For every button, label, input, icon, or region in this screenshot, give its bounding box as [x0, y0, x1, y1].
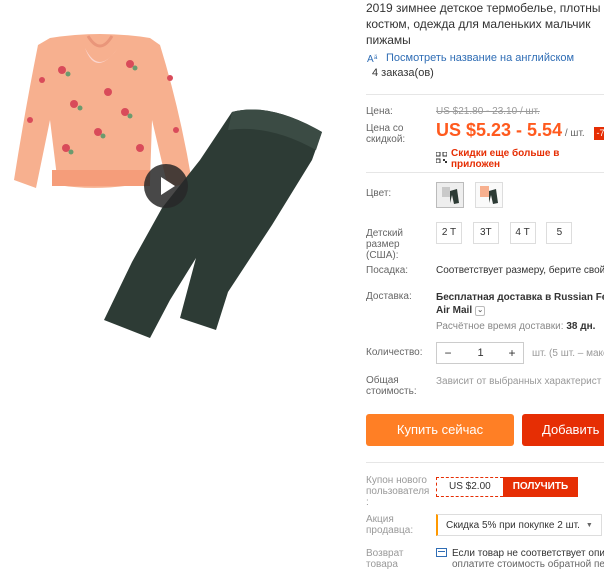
- quantity-input[interactable]: 1: [459, 343, 501, 363]
- sale-price: US $5.23 - 5.54: [436, 120, 563, 140]
- quantity-note: шт. (5 шт. – макси: [532, 347, 604, 359]
- fit-value: Соответствует размеру, берите свой: [436, 265, 604, 276]
- delivery-days: 38 дн.: [566, 321, 596, 332]
- coupon-amount: US $2.00: [436, 477, 503, 497]
- divider: [366, 94, 604, 95]
- total-value: Зависит от выбранных характерист: [436, 376, 602, 387]
- return-policy-text: Если товар не соответствует опи: [452, 548, 604, 559]
- discount-badge: -7: [593, 127, 604, 140]
- returns-label: Возврат товара: [366, 548, 404, 569]
- shipping-destination[interactable]: в Russian Fe: [545, 292, 604, 303]
- return-policy-text: оплатите стоимость обратной пе: [452, 559, 604, 569]
- fit-label: Посадка:: [366, 265, 409, 276]
- app-discount-row[interactable]: Скидки еще больше в приложен: [435, 148, 604, 170]
- translate-icon: Aä: [366, 52, 382, 64]
- size-option[interactable]: 2 T: [436, 222, 462, 244]
- svg-text:A: A: [367, 54, 374, 64]
- qr-code-icon: [435, 151, 448, 166]
- buy-now-button[interactable]: Купить сейчас: [366, 414, 514, 446]
- divider: [366, 172, 604, 173]
- chevron-down-icon[interactable]: ⌄: [475, 305, 486, 316]
- play-video-button[interactable]: [144, 164, 188, 208]
- svg-text:ä: ä: [374, 55, 378, 61]
- size-label: Детский размер (США):: [366, 228, 404, 261]
- free-shipping-text: Бесплатная доставка: [436, 292, 543, 303]
- promo-text: Скидка 5% при покупке 2 шт.: [446, 519, 580, 531]
- add-to-cart-button[interactable]: Добавить: [522, 414, 604, 446]
- product-gallery[interactable]: [0, 0, 350, 370]
- color-swatch-gray[interactable]: [436, 182, 464, 208]
- size-option[interactable]: 3T: [472, 222, 499, 244]
- old-price: US $21.80 - 23.10 / шт.: [436, 106, 540, 117]
- shipping-method[interactable]: Air Mail: [436, 304, 472, 317]
- size-option[interactable]: 4 T: [509, 222, 536, 244]
- product-title-line: костюм, одежда для маленьких мальчик: [366, 17, 591, 31]
- orders-count: 4 заказа(ов): [372, 67, 434, 79]
- delivery-time-label: Расчётное время доставки:: [436, 321, 564, 332]
- get-coupon-button[interactable]: ПОЛУЧИТЬ: [502, 477, 579, 497]
- total-label: Общая стоимость:: [366, 375, 417, 397]
- quantity-stepper[interactable]: − 1 +: [436, 342, 524, 364]
- seller-promo-dropdown[interactable]: Скидка 5% при покупке 2 шт. ▼: [436, 514, 602, 536]
- coupon-label: Купон нового пользователя :: [366, 475, 430, 508]
- divider: [366, 462, 604, 463]
- play-icon: [161, 177, 175, 195]
- quantity-decrease-button[interactable]: −: [437, 343, 459, 363]
- shipping-label: Доставка:: [366, 291, 412, 302]
- product-info: 2019 зимнее детское термобелье, плотны к…: [366, 0, 604, 569]
- quantity-increase-button[interactable]: +: [501, 343, 523, 363]
- product-title-line: пижамы: [366, 33, 411, 47]
- size-option[interactable]: 5: [546, 222, 573, 244]
- caret-down-icon: ▼: [585, 521, 593, 529]
- price-label: Цена:: [366, 106, 393, 117]
- color-swatch-pink[interactable]: [474, 182, 503, 208]
- translate-title-link[interactable]: Aä Посмотреть название на английском: [366, 52, 601, 64]
- color-label: Цвет:: [366, 188, 392, 199]
- price-unit: / шт.: [564, 128, 585, 139]
- coupon: US $2.00 ПОЛУЧИТЬ: [436, 477, 579, 497]
- translate-link-text[interactable]: Посмотреть название на английском: [386, 52, 574, 64]
- app-discount-text[interactable]: Скидки еще больше в приложен: [451, 148, 604, 170]
- product-page: 2019 зимнее детское термобелье, плотны к…: [0, 0, 604, 569]
- return-policy-icon: [436, 548, 447, 569]
- sale-price-label: Цена со скидкой:: [366, 123, 406, 145]
- quantity-label: Количество:: [366, 347, 423, 358]
- promo-label: Акция продавца:: [366, 514, 414, 536]
- product-title-line: 2019 зимнее детское термобелье, плотны: [366, 1, 601, 15]
